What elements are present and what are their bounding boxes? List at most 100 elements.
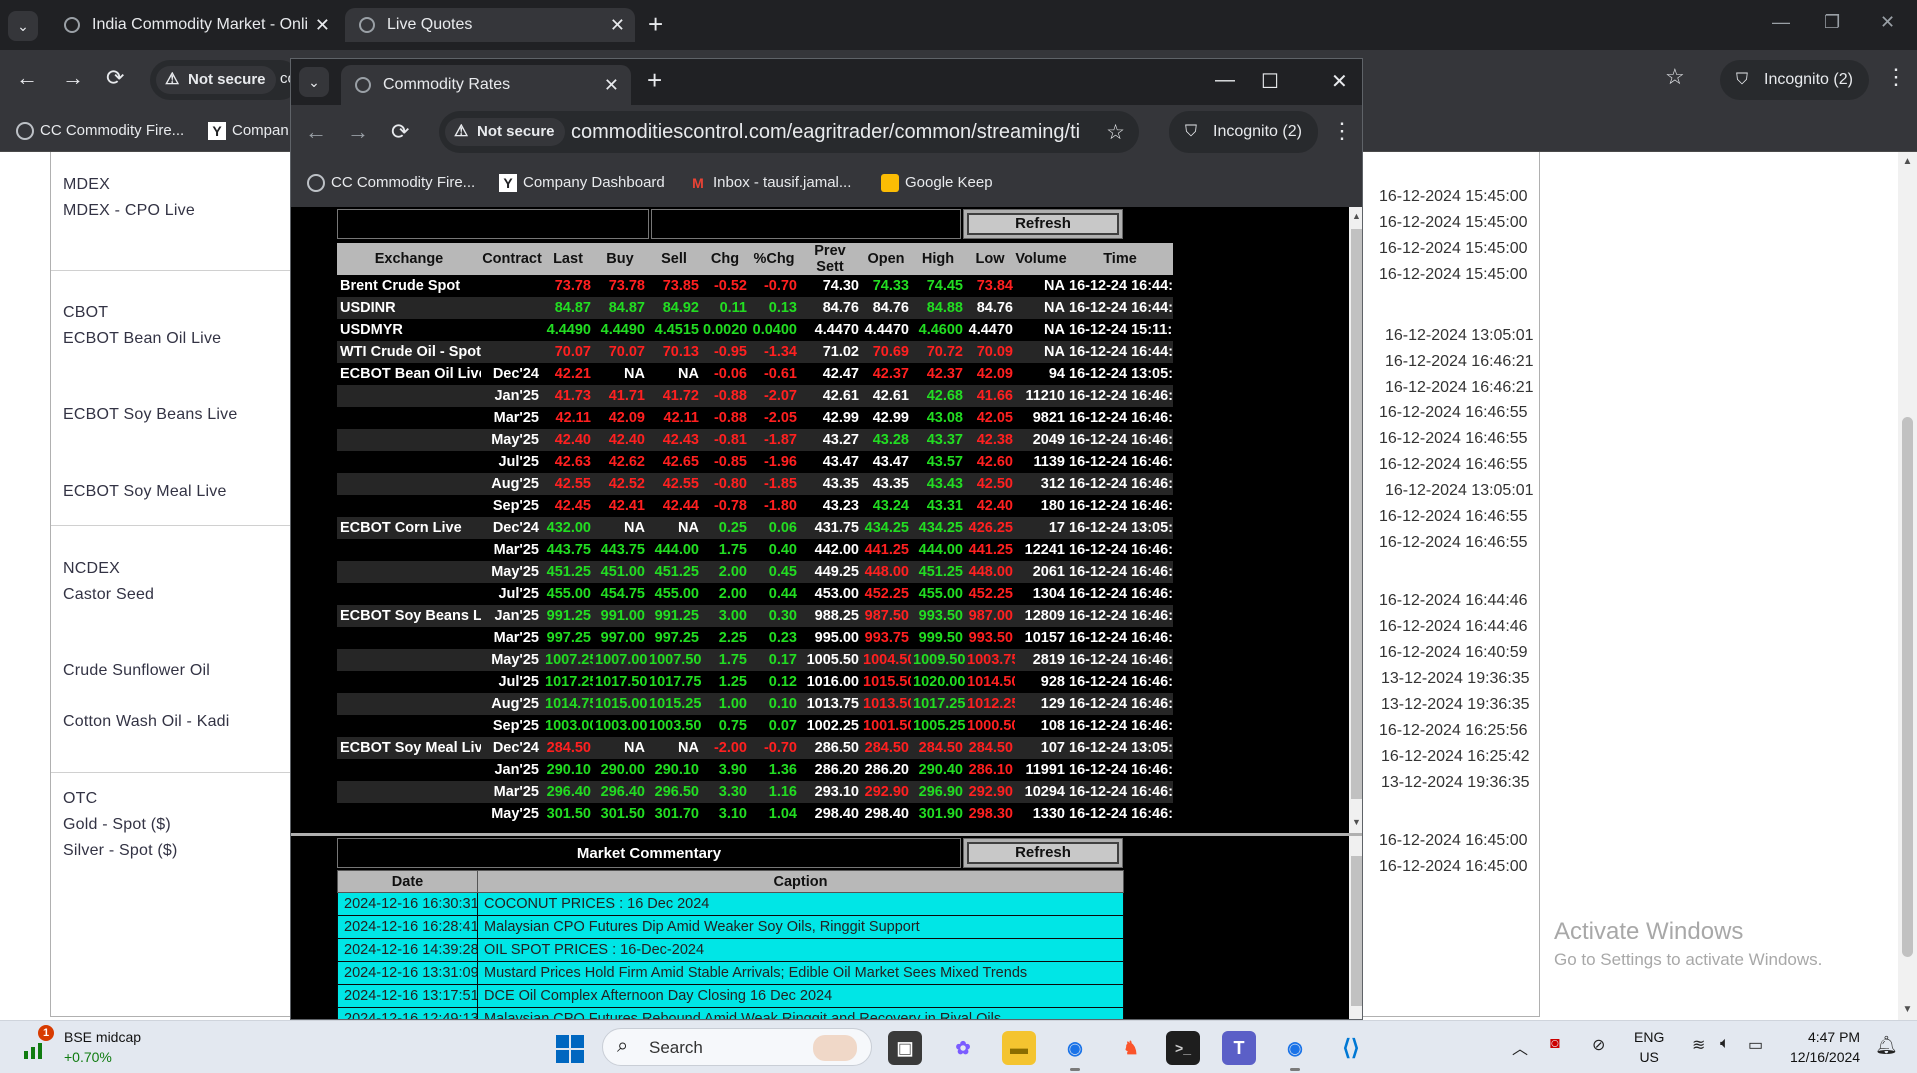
not-secure-chip[interactable]: ⚠ Not secure (445, 118, 565, 146)
wifi-icon[interactable]: ≋ (1692, 1035, 1705, 1055)
scroll-down-icon[interactable]: ▼ (1898, 1004, 1917, 1015)
address-bar[interactable]: ⚠ Not secure co (150, 60, 300, 100)
brave-icon[interactable]: ♞ (1114, 1031, 1148, 1065)
scroll-down-icon[interactable]: ▼ (1349, 817, 1362, 827)
cell-prev: 74.30 (822, 278, 859, 294)
terminal-icon[interactable]: >_ (1166, 1031, 1200, 1065)
commentary-caption[interactable]: OIL SPOT PRICES : 16-Dec-2024 (477, 938, 1124, 962)
commentary-row[interactable]: 2024-12-16 13:31:09 Mustard Prices Hold F… (337, 961, 1124, 985)
tab-search-icon[interactable]: ⌄ (299, 67, 329, 97)
tab-live-quotes[interactable]: Live Quotes ✕ (345, 8, 635, 42)
scroll-up-icon[interactable]: ▲ (1349, 211, 1362, 221)
task-view-icon[interactable]: ▣ (888, 1031, 922, 1065)
bookmark-star-icon[interactable]: ☆ (1106, 120, 1125, 145)
tab-commodity-rates[interactable]: Commodity Rates ✕ (341, 65, 631, 105)
scroll-thumb[interactable] (1902, 417, 1913, 957)
bookmark-google-keep[interactable]: Google Keep (879, 159, 993, 207)
cell-buy: 1015.00 (593, 693, 647, 715)
bookmark-inbox[interactable]: M Inbox - tausif.jamal... (687, 159, 851, 207)
battery-icon[interactable]: ▭ (1748, 1035, 1763, 1055)
tab-india-commodity-market[interactable]: India Commodity Market - Onli ✕ (50, 8, 340, 42)
commentary-row[interactable]: 2024-12-16 13:17:51 DCE Oil Complex After… (337, 984, 1124, 1008)
minimize-icon[interactable]: — (1215, 69, 1235, 92)
commentary-scrollbar[interactable] (1349, 836, 1362, 1019)
scroll-thumb[interactable] (1351, 229, 1362, 799)
new-tab-button[interactable]: + (647, 65, 662, 96)
start-button[interactable] (556, 1035, 584, 1063)
security-icon[interactable]: ◙ (1550, 1035, 1560, 1053)
back-arrow-icon[interactable]: ← (305, 119, 327, 145)
cell-time: 16-12-24 16:46:55 (1069, 718, 1173, 734)
clock-time: 4:47 PM (1807, 1029, 1861, 1045)
file-explorer-icon[interactable]: ▬ (1002, 1031, 1036, 1065)
page-scrollbar[interactable]: ▲ ▼ (1898, 152, 1917, 1020)
minimize-icon[interactable]: — (1772, 12, 1790, 33)
close-tab-icon[interactable]: ✕ (610, 8, 625, 42)
taskbar-search[interactable]: ⌕ Search (602, 1028, 872, 1066)
quote-row: Jul'25 42.63 42.62 42.65 -0.85 -1.96 43.47 43.4… (337, 451, 1173, 473)
commentary-caption[interactable]: Malaysian CPO Futures Dip Amid Weaker So… (477, 915, 1124, 939)
cell-exchange (337, 759, 481, 781)
commentary-caption[interactable]: COCONUT PRICES : 16 Dec 2024 (477, 892, 1124, 916)
cell-prev: 42.47 (822, 366, 859, 382)
ticker-scrollbar[interactable]: ▲ ▼ (1349, 207, 1362, 833)
close-tab-icon[interactable]: ✕ (604, 65, 619, 105)
back-arrow-icon[interactable]: ← (16, 65, 38, 91)
maximize-icon[interactable]: ☐ (1261, 69, 1279, 94)
more-menu-icon[interactable]: ⋮ (1885, 64, 1907, 90)
close-window-icon[interactable]: ✕ (1880, 12, 1895, 33)
commodity-label: Silver - Spot ($) (63, 842, 178, 859)
teams-icon[interactable]: T (1222, 1031, 1256, 1065)
not-secure-chip[interactable]: ⚠ Not secure (156, 66, 276, 94)
chrome-icon[interactable]: ◉ (1058, 1031, 1092, 1071)
incognito-chip[interactable]: ⛉ Incognito (2) (1169, 111, 1318, 153)
address-bar[interactable]: ⚠ Not secure commoditiescontrol.com/eagr… (439, 111, 1139, 153)
bookmark-company-dashboard[interactable]: Y Company Dashboard (497, 159, 665, 207)
gmail-icon: M (692, 175, 704, 191)
bookmark-star-icon[interactable]: ☆ (1665, 64, 1685, 90)
cell-buy: 997.00 (600, 630, 645, 646)
bookmark-company[interactable]: Y Compan (206, 110, 290, 152)
scroll-up-icon[interactable]: ▲ (1898, 156, 1917, 167)
url-text[interactable]: commoditiescontrol.com/eagritrader/commo… (571, 111, 1081, 153)
system-clock[interactable]: 4:47 PM 12/16/2024 (1790, 1027, 1860, 1067)
copilot-icon[interactable]: ✿ (946, 1031, 980, 1065)
commentary-caption[interactable]: DCE Oil Complex Afternoon Day Closing 16… (477, 984, 1124, 1008)
last-update-datetime: 16-12-2024 16:40:59 (1379, 644, 1528, 661)
bookmark-cc-commodity[interactable]: CC Commodity Fire... (305, 159, 475, 207)
notification-bell-icon[interactable]: 🔔︎ (1875, 1035, 1898, 1056)
show-hidden-icons[interactable]: ︿ (1512, 1035, 1528, 1059)
tab-search-icon[interactable]: ⌄ (8, 11, 38, 41)
close-window-icon[interactable]: ✕ (1331, 69, 1348, 94)
scroll-thumb[interactable] (1351, 856, 1362, 1006)
commentary-row[interactable]: 2024-12-16 16:30:31 COCONUT PRICES : 16 D… (337, 892, 1124, 916)
commentary-caption[interactable]: Malaysian CPO Futures Rebound Amid Weak … (477, 1007, 1124, 1019)
bookmark-cc-commodity[interactable]: CC Commodity Fire... (14, 110, 184, 152)
commentary-refresh-button[interactable]: Refresh (967, 842, 1119, 864)
commentary-caption[interactable]: Mustard Prices Hold Firm Amid Stable Arr… (477, 961, 1124, 985)
maximize-icon[interactable]: ❐ (1824, 12, 1840, 33)
vscode-icon[interactable]: ⟨⟩ (1334, 1031, 1368, 1065)
forward-arrow-icon[interactable]: → (62, 65, 84, 91)
cell-open: 1013.50 (861, 693, 911, 715)
new-tab-button[interactable]: + (648, 9, 663, 40)
commentary-row[interactable]: 2024-12-16 14:39:28 OIL SPOT PRICES : 16-… (337, 938, 1124, 962)
reload-icon[interactable]: ⟳ (106, 65, 124, 91)
network-off-icon[interactable]: ⊘ (1592, 1035, 1605, 1055)
volume-icon[interactable]: 🔈︎ (1720, 1035, 1730, 1053)
cell-chg: 1.75 (701, 649, 749, 671)
commentary-row[interactable]: 2024-12-16 12:49:13 Malaysian CPO Futures… (337, 1007, 1124, 1019)
forward-arrow-icon[interactable]: → (347, 119, 369, 145)
close-tab-icon[interactable]: ✕ (315, 8, 330, 42)
last-update-datetime: 16-12-2024 16:46:55 (1379, 508, 1528, 525)
cell-exchange (337, 627, 481, 649)
reload-icon[interactable]: ⟳ (391, 119, 409, 145)
cell-contract: Mar'25 (481, 781, 543, 803)
chrome-profile-icon[interactable]: ◉ (1278, 1031, 1312, 1071)
commentary-row[interactable]: 2024-12-16 16:28:41 Malaysian CPO Futures… (337, 915, 1124, 939)
ticker-refresh-button[interactable]: Refresh (967, 213, 1119, 235)
incognito-chip[interactable]: ⛉ Incognito (2) (1720, 60, 1869, 100)
language-indicator[interactable]: ENG US (1634, 1027, 1664, 1067)
cell-high: 993.50 (911, 605, 965, 627)
more-menu-icon[interactable]: ⋮ (1331, 118, 1353, 144)
